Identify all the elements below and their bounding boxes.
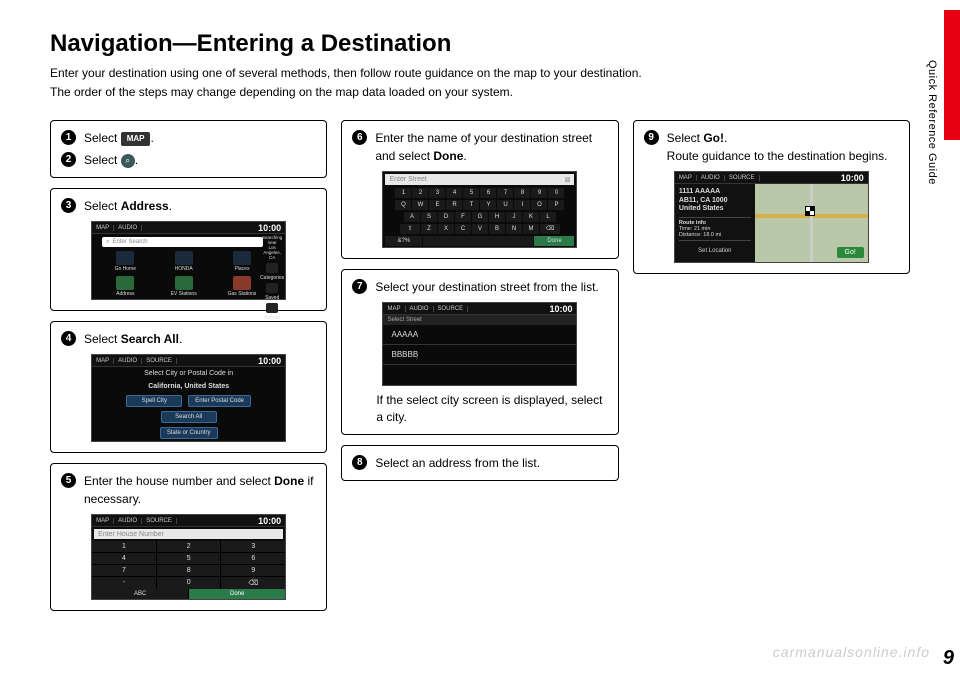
card-step-9: 9 Select Go!. Route guidance to the dest…: [633, 120, 910, 274]
card-step-6: 6 Enter the name of your destination str…: [341, 120, 618, 259]
ss3-right-column: Searching near Los Angeles, CA Categorie…: [261, 236, 283, 321]
card-step-7: 7 Select your destination street from th…: [341, 269, 618, 435]
step-9-text: Select Go!. Route guidance to the destin…: [667, 129, 899, 165]
page-title: Navigation—Entering a Destination: [50, 30, 910, 58]
card-steps-1-2: 1 Select MAP. 2 Select ⌕.: [50, 120, 327, 178]
screenshot-step-4: MAP AUDIO SOURCE 10:00 Select City or Po…: [91, 354, 286, 442]
route-panel: 1111 AAAAA AB11, CA 1000 United States R…: [675, 184, 755, 262]
screenshot-step-5: MAP AUDIO SOURCE 10:00 Enter House Numbe…: [91, 514, 286, 600]
postal-code-button: Enter Postal Code: [188, 395, 251, 407]
step-7-text: Select your destination street from the …: [375, 278, 607, 296]
search-icon: ⌕: [121, 154, 135, 168]
bullet-3: 3: [61, 198, 76, 213]
ss3-topbar: MAP AUDIO 10:00: [92, 222, 285, 234]
bullet-7: 7: [352, 279, 367, 294]
card-step-3: 3 Select Address. MAP AUDIO 10:00 ⌕ Ente…: [50, 188, 327, 311]
column-2: 6 Enter the name of your destination str…: [341, 120, 618, 611]
backspace-icon: ⌫: [540, 224, 560, 234]
step-6: 6 Enter the name of your destination str…: [352, 129, 607, 165]
step-9: 9 Select Go!. Route guidance to the dest…: [644, 129, 899, 165]
bullet-5: 5: [61, 473, 76, 488]
step-4-text: Select Search All.: [84, 330, 316, 348]
numpad: 1 2 3 4 5 6 7 8 9 - 0 ⌫: [92, 541, 285, 589]
search-all-button: Search All: [161, 411, 217, 423]
house-number-field: Enter House Number: [94, 529, 283, 539]
step-3: 3 Select Address.: [61, 197, 316, 215]
step-4: 4 Select Search All.: [61, 330, 316, 348]
step-7-note: If the select city screen is displayed, …: [352, 392, 607, 426]
map-chip-icon: MAP: [121, 132, 151, 146]
card-step-4: 4 Select Search All. MAP AUDIO SOURCE 10…: [50, 321, 327, 453]
clear-icon: ⊠: [565, 176, 571, 184]
intro-line-1: Enter your destination using one of seve…: [50, 66, 642, 80]
screenshot-step-6: Enter Street ⊠ 1234567890 QWERTYUIOP ASD…: [382, 171, 577, 248]
screenshot-step-7: MAP AUDIO SOURCE 10:00 Select Street AAA…: [382, 302, 577, 386]
ev-icon: [175, 276, 193, 290]
card-step-5: 5 Enter the house number and select Done…: [50, 463, 327, 611]
bullet-6: 6: [352, 130, 367, 145]
ss3-search-field: ⌕ Enter Search: [102, 237, 263, 247]
step-3-text: Select Address.: [84, 197, 316, 215]
ss3-row-1: Go Home HONDA Places: [92, 249, 285, 274]
bullet-8: 8: [352, 455, 367, 470]
step-1-text: Select MAP.: [84, 129, 316, 147]
honda-icon: [175, 251, 193, 265]
card-step-8: 8 Select an address from the list.: [341, 445, 618, 481]
spacebar: [423, 236, 533, 246]
list-item: AAAAA: [383, 325, 576, 345]
step-1: 1 Select MAP.: [61, 129, 316, 147]
step-2-text: Select ⌕.: [84, 151, 316, 169]
page-content: Navigation—Entering a Destination Enter …: [0, 0, 960, 621]
gas-icon: [233, 276, 251, 290]
abc-button: ABC: [92, 589, 188, 599]
step-2: 2 Select ⌕.: [61, 151, 316, 169]
watermark: carmanualsonline.info: [773, 644, 930, 660]
list-item: BBBBB: [383, 345, 576, 365]
done-button: Done: [189, 589, 285, 599]
step-8-text: Select an address from the list.: [375, 454, 607, 472]
recent-icon: [266, 303, 278, 313]
bullet-1: 1: [61, 130, 76, 145]
shift-icon: ⇧: [400, 224, 420, 234]
map-preview: Go!: [755, 184, 868, 262]
columns: 1 Select MAP. 2 Select ⌕. 3 Select Add: [50, 120, 910, 611]
ss3-row-2: Address EV Stations Gas Stations: [92, 274, 285, 299]
bullet-9: 9: [644, 130, 659, 145]
done-button: Done: [534, 236, 574, 246]
street-field: Enter Street ⊠: [385, 174, 574, 185]
page-number: 9: [943, 647, 954, 670]
address-icon: [116, 276, 134, 290]
bullet-2: 2: [61, 152, 76, 167]
side-tab: [944, 10, 960, 140]
places-icon: [233, 251, 251, 265]
saved-icon: [266, 283, 278, 293]
bullet-4: 4: [61, 331, 76, 346]
road-icon: [810, 184, 813, 262]
column-3: 9 Select Go!. Route guidance to the dest…: [633, 120, 910, 611]
screenshot-step-3: MAP AUDIO 10:00 ⌕ Enter Search Searching…: [91, 221, 286, 300]
step-8: 8 Select an address from the list.: [352, 454, 607, 472]
side-label: Quick Reference Guide: [926, 60, 938, 185]
step-7: 7 Select your destination street from th…: [352, 278, 607, 296]
spell-city-button: Spell City: [126, 395, 182, 407]
screenshot-step-9: MAP AUDIO SOURCE 10:00 1111 AAAAA AB11, …: [674, 171, 869, 263]
intro-line-2: The order of the steps may change depend…: [50, 85, 513, 99]
step-5: 5 Enter the house number and select Done…: [61, 472, 316, 508]
destination-flag-icon: [805, 206, 815, 216]
column-1: 1 Select MAP. 2 Select ⌕. 3 Select Add: [50, 120, 327, 611]
set-location-button: Set Location: [679, 244, 751, 254]
home-icon: [116, 251, 134, 265]
intro-text: Enter your destination using one of seve…: [50, 64, 910, 102]
state-country-button: State or Country: [160, 427, 218, 439]
step-6-text: Enter the name of your destination stree…: [375, 129, 607, 165]
categories-icon: [266, 263, 278, 273]
step-5-text: Enter the house number and select Done i…: [84, 472, 316, 508]
go-button: Go!: [837, 247, 864, 258]
